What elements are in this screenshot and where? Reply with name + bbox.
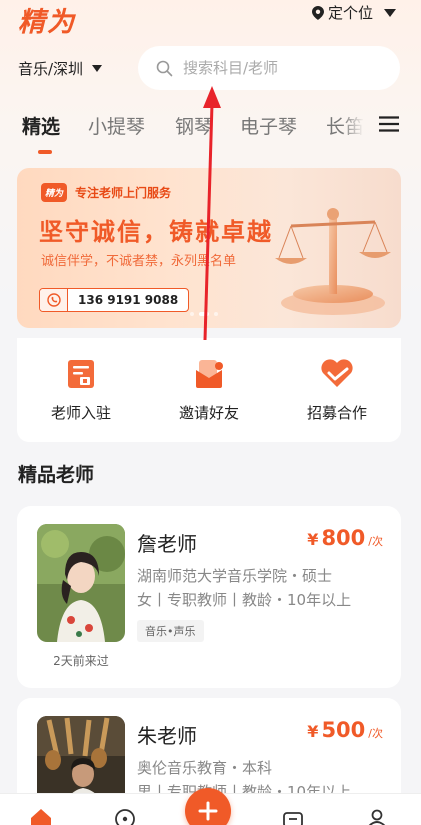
document-icon	[63, 356, 99, 392]
price-amount: 800	[321, 526, 366, 550]
caret-down-icon	[384, 8, 396, 17]
pagination-dot[interactable]	[214, 312, 218, 316]
category-tabs: 精选 小提琴 钢琴 电子琴 长笛	[0, 108, 421, 154]
banner-tag-text: 专注老师上门服务	[75, 186, 172, 200]
search-bar[interactable]	[138, 46, 400, 90]
tab-keyboard[interactable]: 电子琴	[240, 112, 297, 139]
tab-flute[interactable]: 长笛	[326, 112, 364, 139]
pagination-dot-active[interactable]	[199, 312, 209, 316]
handshake-heart-icon	[319, 356, 355, 392]
quick-action-invite-friends[interactable]: 邀请好友	[149, 356, 269, 423]
section-title: 精品老师	[18, 464, 95, 486]
tab-piano[interactable]: 钢琴	[175, 112, 213, 139]
city-subject-label: 音乐/深圳	[18, 60, 84, 78]
teacher-info: 湖南师范大学音乐学院・硕士 女丨专职教师丨教龄・10年以上	[137, 564, 387, 612]
price-unit: /次	[368, 727, 383, 740]
teacher-details: 女丨专职教师丨教龄・10年以上	[137, 591, 352, 609]
promo-banner[interactable]: 精为 专注老师上门服务 坚守诚信，铸就卓越 诚信伴学，不诚者禁，永列黑名单 13…	[17, 168, 401, 328]
home-icon[interactable]	[30, 808, 52, 825]
quick-action-label: 邀请好友	[178, 404, 239, 422]
justice-scale-icon	[275, 208, 391, 315]
quick-action-label: 老师入驻	[50, 404, 111, 422]
tab-violin[interactable]: 小提琴	[88, 112, 145, 139]
banner-pagination	[190, 312, 218, 316]
banner-title: 坚守诚信，铸就卓越	[39, 218, 273, 246]
search-input[interactable]	[183, 59, 373, 77]
menu-icon[interactable]	[379, 116, 399, 132]
teacher-name: 朱老师	[137, 724, 197, 748]
quick-action-label: 招募合作	[306, 404, 367, 422]
plus-icon	[198, 801, 218, 821]
top-bar: 精为 定个位	[0, 0, 421, 40]
app-logo: 精为	[18, 7, 76, 38]
location-pin-icon	[311, 5, 324, 20]
envelope-icon	[191, 356, 227, 392]
search-icon	[156, 60, 173, 76]
phone-icon	[40, 289, 68, 311]
banner-tag: 精为 专注老师上门服务	[41, 183, 171, 202]
price-symbol: ¥	[307, 722, 319, 741]
teacher-name: 詹老师	[137, 532, 197, 556]
price-unit: /次	[368, 535, 383, 548]
teacher-education: 湖南师范大学音乐学院・硕士	[137, 567, 333, 585]
last-seen: 2天前来过	[53, 654, 109, 668]
quick-action-teacher-join[interactable]: 老师入驻	[21, 356, 141, 423]
price-symbol: ¥	[307, 530, 319, 549]
quick-action-recruit-partner[interactable]: 招募合作	[277, 356, 397, 423]
teacher-price: ¥ 500 /次	[307, 718, 383, 742]
pagination-dot[interactable]	[190, 312, 194, 316]
teacher-price: ¥ 800 /次	[307, 526, 383, 550]
compass-icon[interactable]	[114, 808, 136, 825]
city-subject-selector[interactable]: 音乐/深圳	[18, 58, 103, 79]
quick-actions: 老师入驻 邀请好友 招募合作	[17, 338, 401, 442]
teacher-education: 奥伦音乐教育・本科	[137, 759, 273, 777]
banner-phone[interactable]: 136 9191 9088	[39, 288, 190, 312]
teacher-card[interactable]: 詹老师 ¥ 800 /次 湖南师范大学音乐学院・硕士 女丨专职教师丨教龄・10年…	[17, 506, 401, 688]
locate-label: 定个位	[327, 4, 373, 22]
banner-phone-number: 136 9191 9088	[78, 293, 179, 307]
teacher-photo	[37, 524, 125, 642]
price-amount: 500	[321, 718, 366, 742]
subject-tag: 音乐•声乐	[137, 620, 204, 642]
banner-logo-badge: 精为	[41, 183, 68, 202]
message-icon[interactable]	[282, 808, 304, 825]
banner-subtitle: 诚信伴学，不诚者禁，永列黑名单	[41, 254, 237, 269]
tab-featured[interactable]: 精选	[22, 112, 60, 139]
profile-icon[interactable]	[366, 808, 388, 825]
caret-down-icon	[92, 65, 103, 72]
tab-active-indicator	[38, 150, 52, 154]
locate-button[interactable]: 定个位	[311, 2, 397, 23]
